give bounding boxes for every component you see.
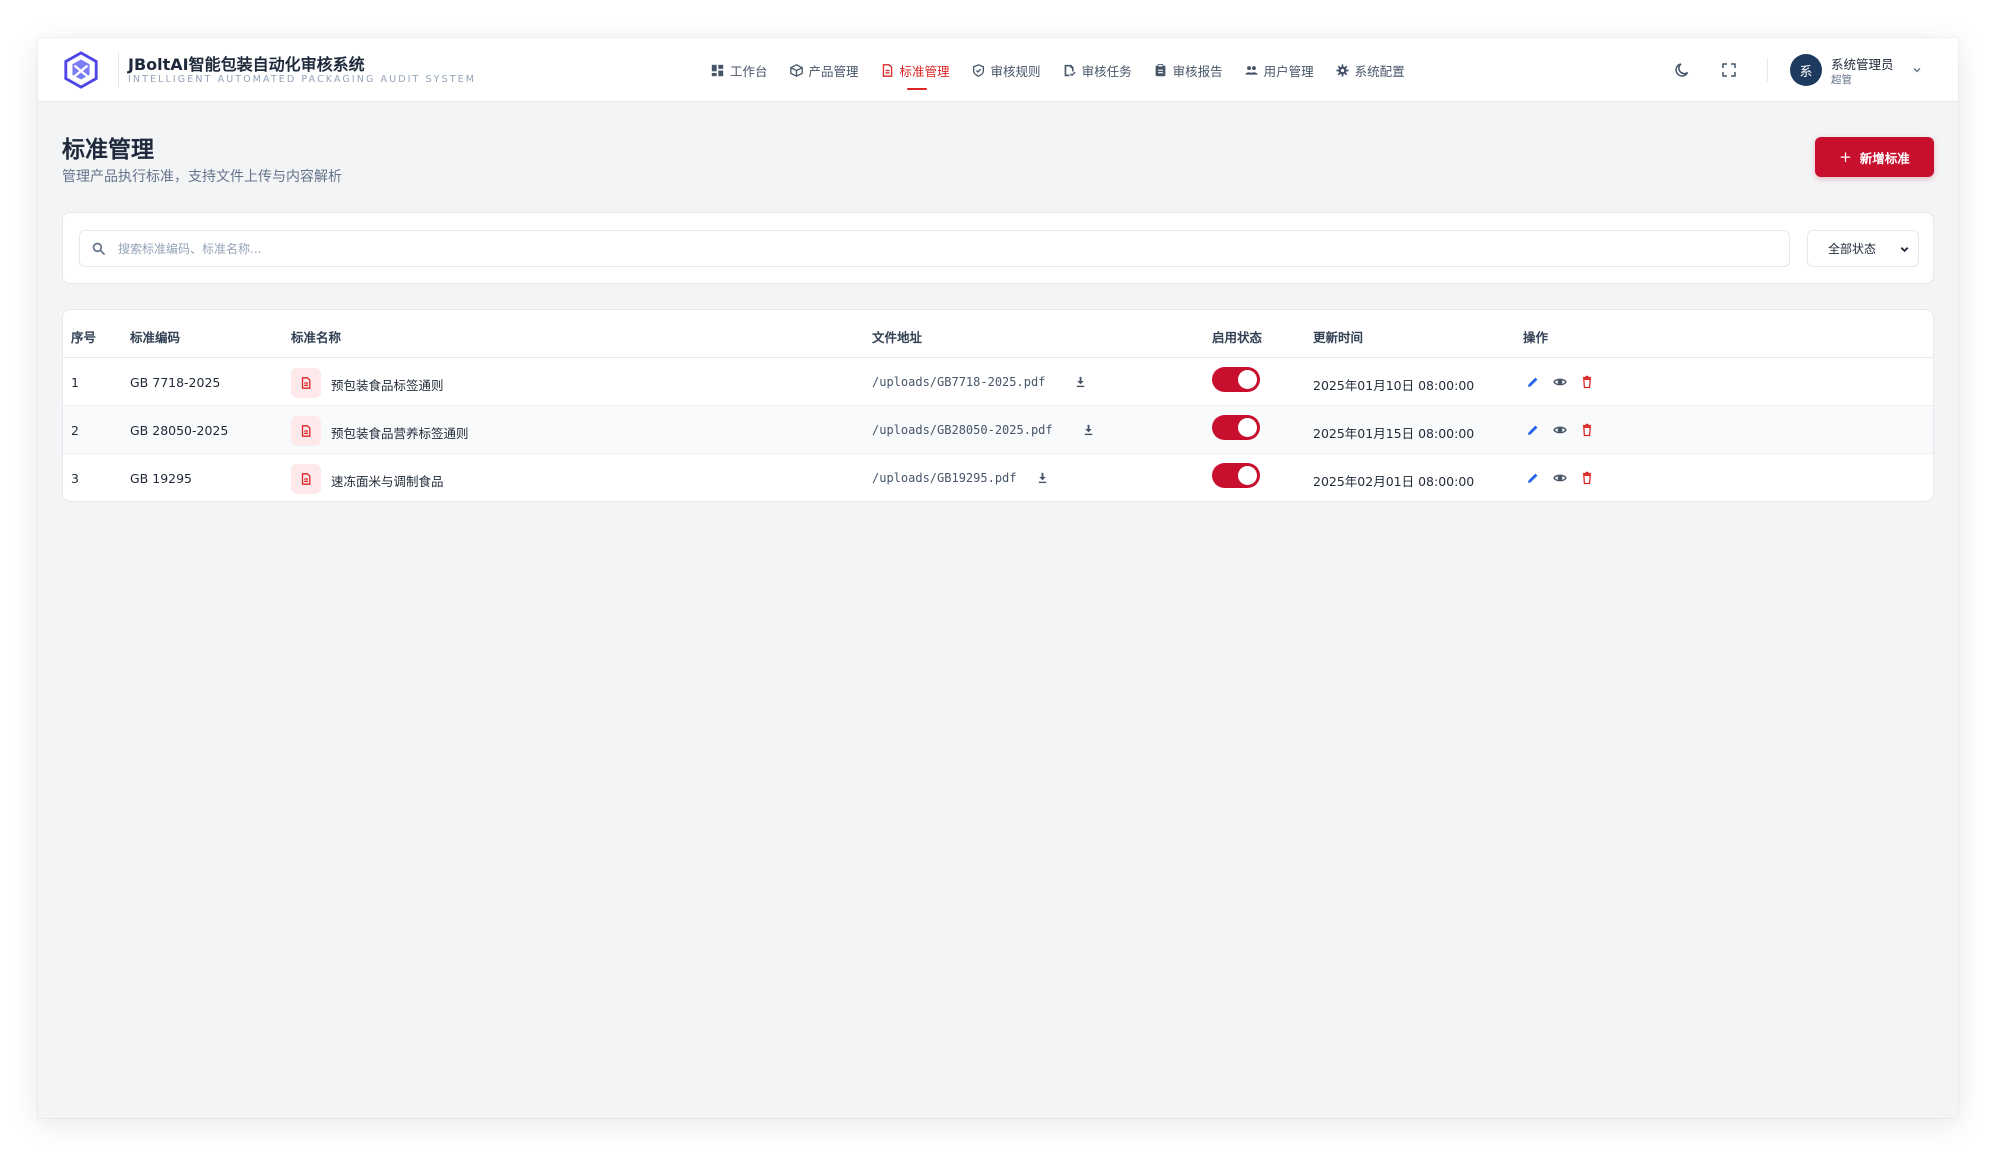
view-icon[interactable]: [1553, 423, 1567, 437]
avatar[interactable]: 系: [1790, 54, 1822, 86]
row-index: 1: [71, 375, 79, 390]
status-toggle[interactable]: [1212, 415, 1260, 440]
page-subtitle: 管理产品执行标准，支持文件上传与内容解析: [62, 169, 342, 185]
column-header-updated: 更新时间: [1313, 330, 1364, 345]
status-toggle[interactable]: [1212, 463, 1260, 488]
document-icon: [882, 63, 892, 77]
box-icon: [789, 63, 803, 77]
standards-table: 序号 标准编码 标准名称 文件地址 启用状态 更新时间 操作 1 GB 7718…: [62, 309, 1934, 502]
row-name[interactable]: 速冻面米与调制食品: [331, 471, 444, 490]
status-filter-value: 全部状态: [1828, 242, 1877, 256]
fullscreen-icon[interactable]: [1720, 61, 1738, 79]
column-header-code: 标准编码: [130, 330, 181, 345]
edit-icon[interactable]: [1526, 423, 1540, 437]
status-filter-select[interactable]: 全部状态: [1807, 230, 1919, 267]
column-header-status: 启用状态: [1212, 330, 1263, 345]
delete-icon[interactable]: [1580, 471, 1594, 485]
edit-icon[interactable]: [1526, 375, 1540, 389]
pdf-file-icon: [291, 464, 321, 494]
gear-icon: [1336, 63, 1349, 77]
row-index: 2: [71, 423, 79, 438]
dashboard-icon: [711, 64, 724, 76]
column-header-actions: 操作: [1523, 330, 1549, 345]
nav-item-standards[interactable]: 标准管理: [870, 38, 961, 102]
row-updated: 2025年01月15日 08:00:00: [1313, 426, 1475, 441]
nav-item-dashboard[interactable]: 工作台: [700, 38, 779, 102]
view-icon[interactable]: [1553, 375, 1567, 389]
row-updated: 2025年01月10日 08:00:00: [1313, 378, 1475, 393]
download-icon[interactable]: [1082, 423, 1095, 436]
toolbar-divider: [1767, 58, 1768, 82]
search-input[interactable]: [118, 231, 1768, 266]
pdf-file-icon: [291, 416, 321, 446]
app-title: JBoltAI智能包装自动化审核系统: [128, 55, 365, 74]
table-row[interactable]: 2 GB 28050-2025 预包装食品营养标签通则 /uploads/GB2…: [63, 406, 1933, 454]
status-toggle[interactable]: [1212, 367, 1260, 392]
filter-card: 全部状态: [62, 212, 1934, 284]
row-updated: 2025年02月01日 08:00:00: [1313, 474, 1475, 489]
delete-icon[interactable]: [1580, 375, 1594, 389]
chevron-down-icon[interactable]: [1911, 64, 1923, 76]
column-header-name: 标准名称: [291, 330, 342, 345]
row-name[interactable]: 预包装食品标签通则: [331, 375, 444, 394]
add-standard-label: 新增标准: [1859, 150, 1910, 166]
row-file-path[interactable]: /uploads/GB7718-2025.pdf: [872, 375, 1045, 389]
row-code: GB 19295: [130, 471, 192, 486]
row-file-path[interactable]: /uploads/GB28050-2025.pdf: [872, 423, 1053, 437]
nav-label: 审核报告: [1172, 63, 1223, 79]
nav-label: 产品管理: [808, 63, 859, 79]
nav-item-products[interactable]: 产品管理: [779, 38, 870, 102]
nav-item-reports[interactable]: 审核报告: [1143, 38, 1234, 102]
search-icon: [92, 242, 105, 255]
top-navbar: JBoltAI智能包装自动化审核系统 INTELLIGENT AUTOMATED…: [38, 38, 1958, 102]
plus-icon: +: [1839, 148, 1852, 166]
app-window: JBoltAI智能包装自动化审核系统 INTELLIGENT AUTOMATED…: [38, 38, 1958, 1118]
row-name[interactable]: 预包装食品营养标签通则: [331, 423, 469, 442]
view-icon[interactable]: [1553, 471, 1567, 485]
edit-icon[interactable]: [1526, 471, 1540, 485]
pdf-file-icon: [291, 368, 321, 398]
nav-item-users[interactable]: 用户管理: [1234, 38, 1325, 102]
users-icon: [1245, 65, 1258, 75]
nav-label: 系统配置: [1354, 63, 1405, 79]
user-role: 超管: [1831, 74, 1852, 86]
nav-item-settings[interactable]: 系统配置: [1325, 38, 1416, 102]
nav-label: 审核规则: [990, 63, 1041, 79]
brand-divider: [118, 52, 119, 88]
dark-mode-icon[interactable]: [1674, 61, 1692, 79]
row-index: 3: [71, 471, 79, 486]
table-row[interactable]: 1 GB 7718-2025 预包装食品标签通则 /uploads/GB7718…: [63, 358, 1933, 406]
task-icon: [1064, 64, 1076, 76]
nav-label: 审核任务: [1081, 63, 1132, 79]
logo-icon[interactable]: [62, 51, 100, 89]
row-file-path[interactable]: /uploads/GB19295.pdf: [872, 471, 1017, 485]
nav-label: 标准管理: [899, 63, 950, 79]
row-code: GB 28050-2025: [130, 423, 229, 438]
delete-icon[interactable]: [1580, 423, 1594, 437]
nav-item-tasks[interactable]: 审核任务: [1052, 38, 1143, 102]
shield-icon: [972, 63, 984, 77]
search-box[interactable]: [79, 230, 1790, 267]
app-subtitle: INTELLIGENT AUTOMATED PACKAGING AUDIT SY…: [128, 74, 477, 85]
main-nav: 工作台 产品管理 标准管理 审核规则 审核任务 审核报告 用户管理 系统配置: [700, 38, 1416, 102]
nav-label: 工作台: [730, 63, 768, 79]
clipboard-icon: [1155, 63, 1165, 76]
column-header-path: 文件地址: [872, 330, 923, 345]
nav-item-rules[interactable]: 审核规则: [961, 38, 1052, 102]
add-standard-button[interactable]: + 新增标准: [1815, 137, 1934, 177]
download-icon[interactable]: [1036, 471, 1049, 484]
table-row[interactable]: 3 GB 19295 速冻面米与调制食品 /uploads/GB19295.pd…: [63, 454, 1933, 501]
column-header-index: 序号: [71, 330, 97, 345]
table-header: 序号 标准编码 标准名称 文件地址 启用状态 更新时间 操作: [63, 310, 1933, 358]
download-icon[interactable]: [1074, 375, 1087, 388]
chevron-down-icon: [1900, 247, 1909, 253]
row-code: GB 7718-2025: [130, 375, 221, 390]
user-name[interactable]: 系统管理员: [1831, 54, 1894, 73]
nav-label: 用户管理: [1263, 63, 1314, 79]
page-title: 标准管理: [62, 137, 154, 163]
